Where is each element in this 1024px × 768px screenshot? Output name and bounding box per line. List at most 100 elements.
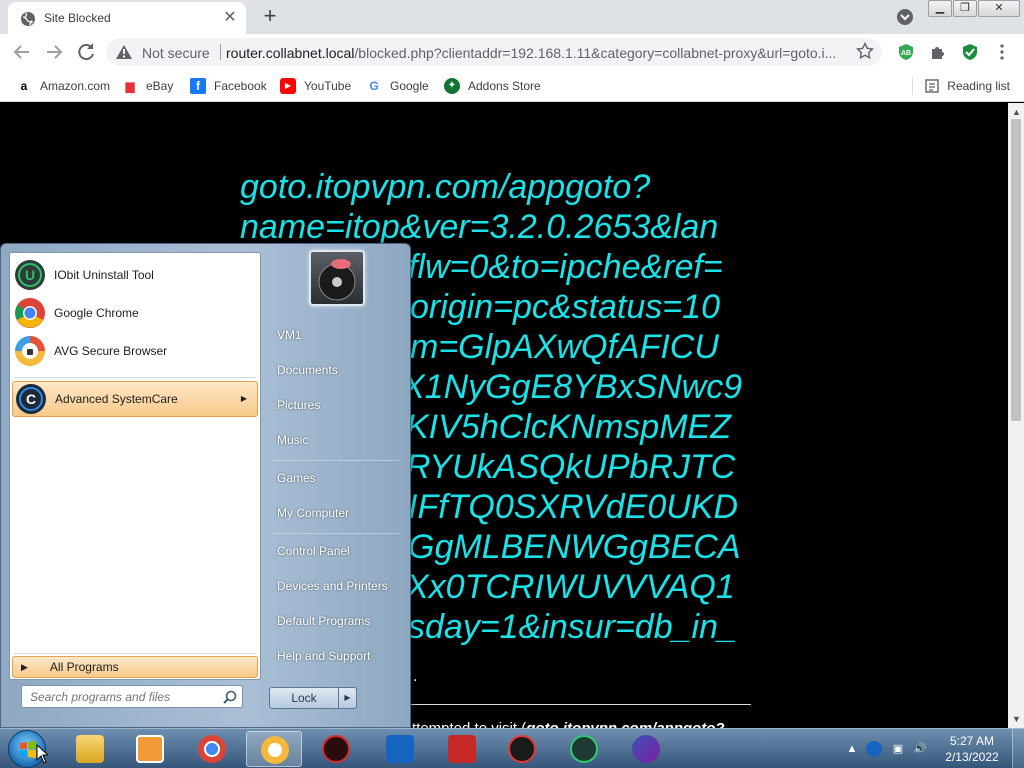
- svg-text:U: U: [25, 267, 35, 283]
- not-secure-label[interactable]: Not secure: [142, 45, 210, 61]
- advanced-systemcare-icon: C: [16, 384, 46, 414]
- all-programs-button[interactable]: ▶ All Programs: [12, 656, 258, 678]
- link-pictures[interactable]: Pictures: [263, 389, 405, 421]
- adblock-icon[interactable]: AB: [897, 43, 915, 61]
- itop-vpn-icon: [570, 735, 598, 763]
- search-programs-input[interactable]: [22, 686, 218, 707]
- network-icon[interactable]: ▣: [890, 741, 906, 757]
- taskbar-iobit-malware-fighter[interactable]: [308, 731, 364, 767]
- mouse-cursor-icon: [36, 744, 48, 764]
- forward-icon[interactable]: [42, 40, 66, 64]
- tab-search-icon[interactable]: [896, 8, 914, 26]
- bookmark-youtube[interactable]: ▶ YouTube: [280, 76, 351, 96]
- reload-icon[interactable]: [74, 40, 98, 64]
- all-programs-arrow-icon: ▶: [21, 661, 28, 672]
- program-label: AVG Secure Browser: [54, 344, 168, 358]
- taskbar-itop-vpn[interactable]: [556, 731, 612, 767]
- file-explorer-icon: [76, 735, 104, 763]
- page-scrollbar[interactable]: ▲ ▼: [1008, 103, 1024, 728]
- url-text[interactable]: router.collabnet.local/blocked.php?clien…: [226, 45, 846, 61]
- scrollbar-thumb[interactable]: [1011, 119, 1021, 421]
- attempted-visit-text: ttempted to visit (goto.itopvpn.com/appg…: [412, 720, 725, 728]
- minimize-button[interactable]: ▁: [928, 0, 952, 17]
- window-controls: ▁ ❐ ✕: [928, 0, 1021, 18]
- warning-icon[interactable]: [116, 45, 132, 59]
- reading-list-button[interactable]: Reading list: [912, 76, 1010, 96]
- bookmark-addons-store[interactable]: ✦ Addons Store: [444, 76, 541, 96]
- taskbar-advanced-systemcare[interactable]: [618, 731, 674, 767]
- blocked-url-line: goto.itopvpn.com/appgoto?: [240, 168, 651, 206]
- link-default-programs[interactable]: Default Programs: [263, 605, 405, 637]
- start-menu: U IObit Uninstall Tool Google Chrome AVG…: [0, 243, 411, 728]
- blocked-url-line: name=itop&ver=3.2.0.2653&lan: [240, 208, 719, 246]
- url-path: /blocked.php?clientaddr=192.168.1.11&cat…: [354, 45, 837, 61]
- taskbar-file-explorer[interactable]: [62, 731, 118, 767]
- tab-title: Site Blocked: [44, 11, 111, 25]
- bookmark-star-icon[interactable]: [856, 42, 874, 60]
- program-google-chrome[interactable]: Google Chrome: [12, 295, 258, 331]
- addons-store-icon: ✦: [444, 78, 460, 94]
- facebook-icon: f: [190, 78, 206, 94]
- link-music[interactable]: Music: [263, 424, 405, 456]
- screen-recorder-icon: [448, 735, 476, 763]
- scroll-down-icon[interactable]: ▼: [1012, 714, 1021, 724]
- taskbar-shield-vpn[interactable]: [372, 731, 428, 767]
- taskbar-driver-booster[interactable]: [494, 731, 550, 767]
- taskbar-chrome[interactable]: [184, 731, 240, 767]
- program-advanced-systemcare[interactable]: C Advanced SystemCare ▶: [12, 381, 258, 417]
- lock-options-arrow-icon[interactable]: ▶: [339, 687, 357, 709]
- user-avatar[interactable]: [309, 250, 365, 306]
- system-tray: ▲ ▣ 🔊 5:27 AM 2/13/2022: [840, 729, 1024, 768]
- more-vert-icon[interactable]: [993, 43, 1011, 61]
- start-menu-programs-pane: U IObit Uninstall Tool Google Chrome AVG…: [9, 252, 261, 680]
- submenu-arrow-icon: ▶: [240, 394, 247, 403]
- reading-list-icon: [925, 79, 939, 93]
- new-tab-button[interactable]: +: [258, 4, 282, 28]
- address-bar[interactable]: Not secure router.collabnet.local/blocke…: [106, 38, 882, 66]
- clock-date[interactable]: 2/13/2022: [942, 750, 1002, 764]
- tab-close-button[interactable]: ✕: [220, 8, 240, 28]
- bookmark-google[interactable]: G Google: [366, 76, 428, 96]
- program-avg-secure-browser[interactable]: AVG Secure Browser: [12, 333, 258, 369]
- maximize-button[interactable]: ❐: [953, 0, 977, 17]
- tab-site-blocked[interactable]: Site Blocked ✕: [8, 2, 246, 34]
- attempt-prefix: ttempted to visit (: [412, 720, 526, 728]
- iobit-uninstaller-icon: U: [15, 260, 45, 290]
- iobit-malware-fighter-icon: [322, 735, 350, 763]
- tray-app-icon[interactable]: [866, 741, 882, 757]
- program-label: Advanced SystemCare: [55, 392, 178, 406]
- scroll-up-icon[interactable]: ▲: [1012, 107, 1021, 117]
- taskbar-media-player[interactable]: [122, 731, 178, 767]
- link-vm1[interactable]: VM1: [263, 319, 405, 351]
- tray-expand-icon[interactable]: ▲: [844, 741, 860, 757]
- driver-booster-icon: [508, 735, 536, 763]
- bookmark-ebay[interactable]: ▆ eBay: [122, 76, 173, 96]
- link-my-computer[interactable]: My Computer: [263, 497, 405, 529]
- puzzle-extensions-icon[interactable]: [929, 43, 947, 61]
- bookmark-facebook[interactable]: f Facebook: [190, 76, 267, 96]
- program-label: Google Chrome: [54, 306, 139, 320]
- start-search-box[interactable]: [21, 685, 243, 708]
- program-iobit-uninstall-tool[interactable]: U IObit Uninstall Tool: [12, 257, 258, 293]
- shield-check-icon[interactable]: [961, 43, 979, 61]
- google-icon: G: [369, 79, 379, 93]
- show-desktop-button[interactable]: [1012, 729, 1024, 768]
- bookmark-amazon[interactable]: a Amazon.com: [16, 76, 110, 96]
- link-help-and-support[interactable]: Help and Support: [263, 640, 405, 672]
- link-games[interactable]: Games: [263, 462, 405, 494]
- link-devices-and-printers[interactable]: Devices and Printers: [263, 570, 405, 602]
- attempt-url: goto.itopvpn.com/appgoto?: [526, 720, 724, 728]
- bookmark-label: Addons Store: [468, 79, 541, 93]
- volume-icon[interactable]: 🔊: [912, 741, 928, 757]
- link-documents[interactable]: Documents: [263, 354, 405, 386]
- lock-button[interactable]: Lock: [269, 687, 339, 709]
- svg-text:AB: AB: [901, 50, 911, 57]
- close-window-button[interactable]: ✕: [978, 0, 1020, 17]
- back-icon[interactable]: [10, 40, 34, 64]
- taskbar-screen-recorder[interactable]: [434, 731, 490, 767]
- link-control-panel[interactable]: Control Panel: [263, 535, 405, 567]
- search-icon[interactable]: [223, 690, 237, 704]
- clock-time[interactable]: 5:27 AM: [942, 734, 1002, 748]
- taskbar-avg-browser[interactable]: [246, 731, 302, 767]
- programs-divider: [14, 377, 256, 378]
